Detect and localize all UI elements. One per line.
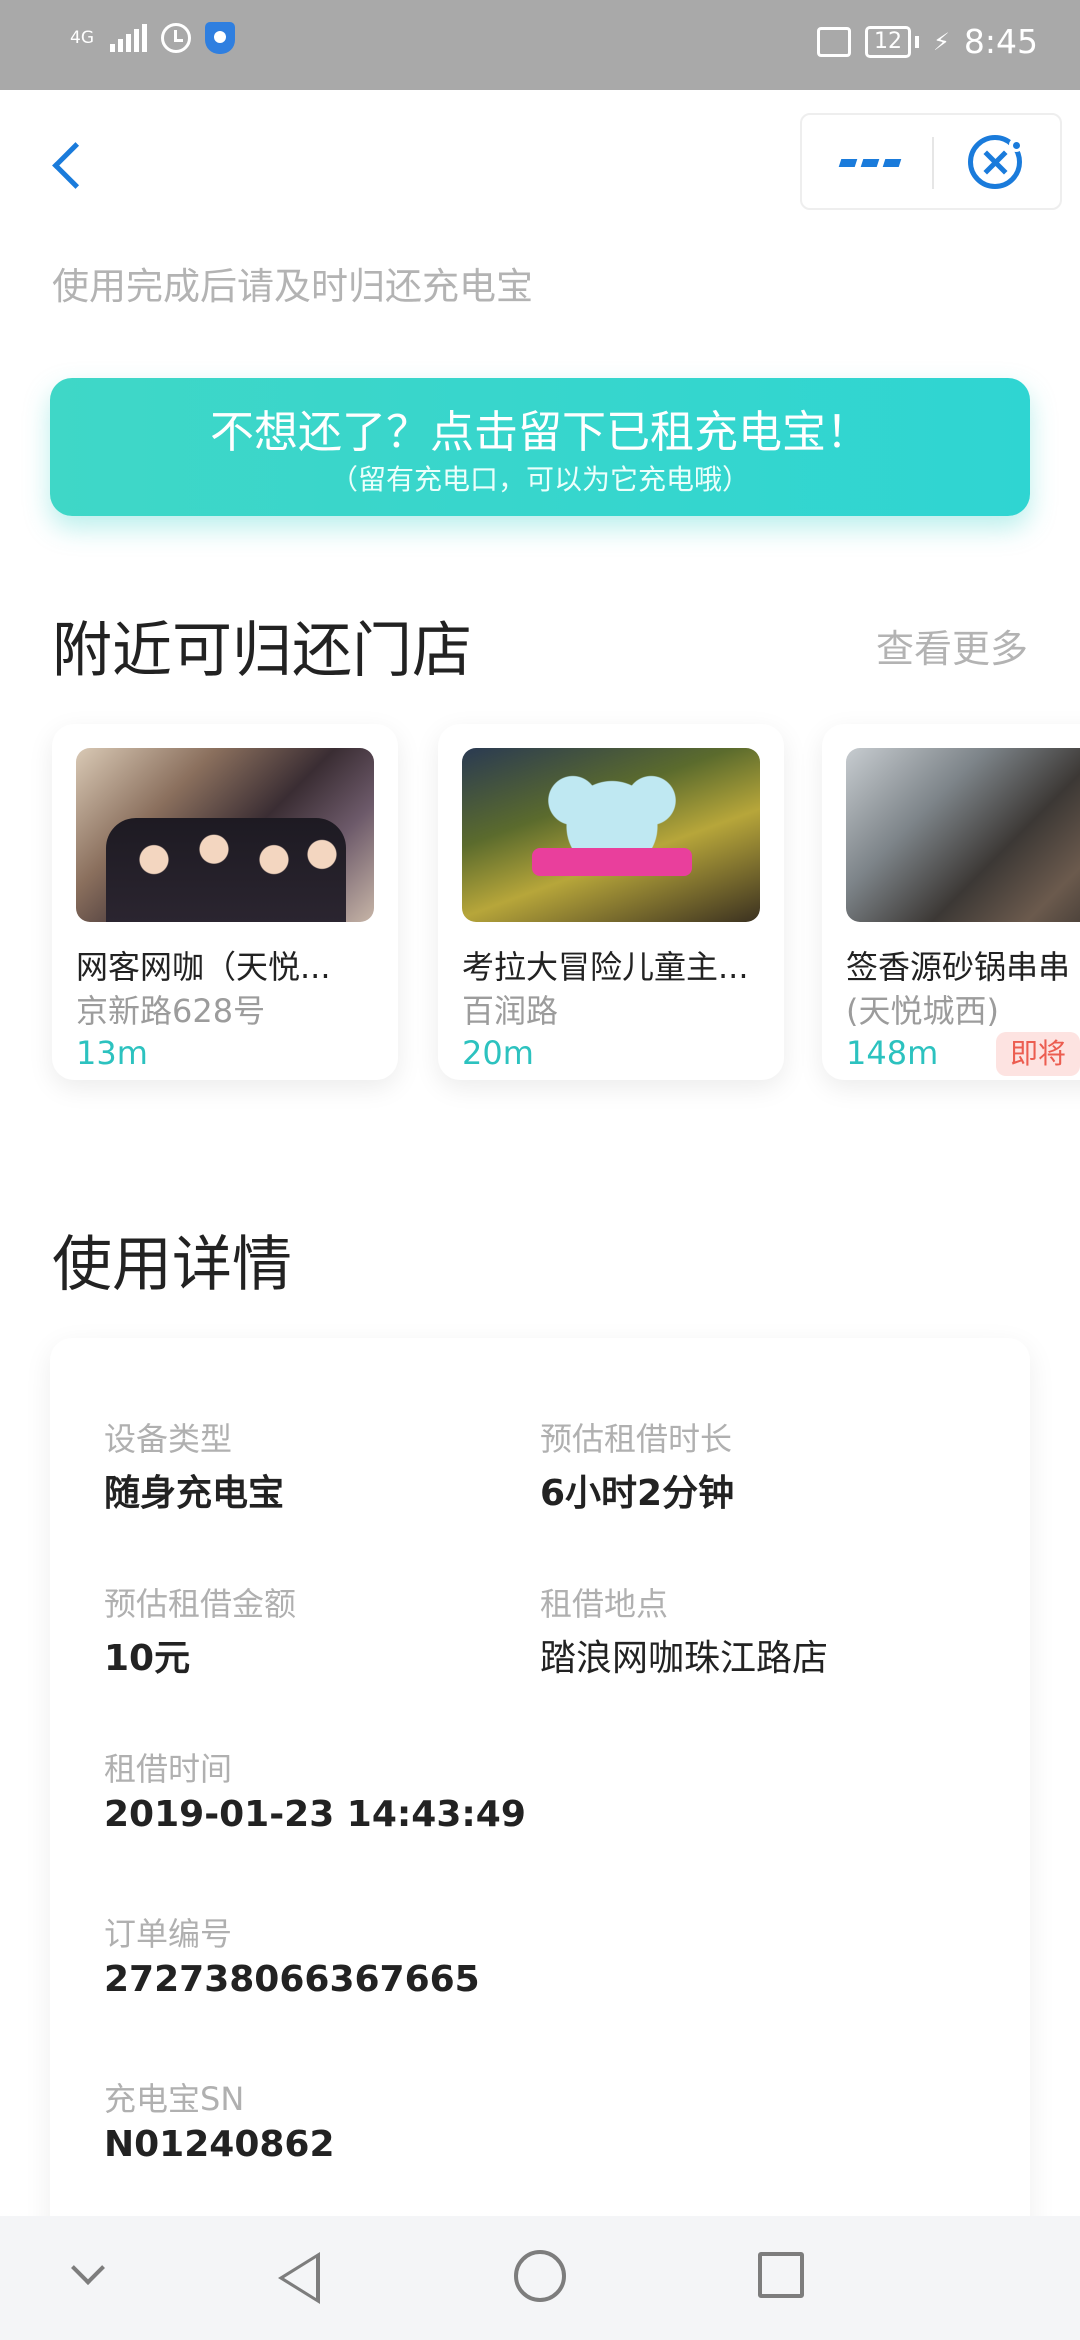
store-address: 百润路 bbox=[462, 992, 559, 1030]
status-bar: 4G 12 ⚡ 8:45 bbox=[0, 0, 1080, 90]
view-more-link[interactable]: 查看更多 bbox=[876, 618, 1028, 673]
return-hint: 使用完成后请及时归还充电宝 bbox=[52, 265, 533, 308]
rental-time-value: 2019-01-23 14:43:49 bbox=[104, 1794, 526, 1835]
rental-fee-value: 10元 bbox=[104, 1638, 191, 1679]
rental-duration-value: 6小时2分钟 bbox=[540, 1473, 735, 1514]
capsule-divider bbox=[932, 137, 934, 189]
status-time: 8:45 bbox=[963, 22, 1038, 61]
battery-level: 12 bbox=[865, 25, 912, 58]
store-distance: 20m bbox=[462, 1034, 534, 1072]
charging-icon: ⚡ bbox=[933, 27, 950, 56]
back-arrow-icon[interactable] bbox=[45, 135, 95, 195]
status-right: 12 ⚡ 8:45 bbox=[817, 22, 1038, 61]
shield-icon bbox=[205, 22, 235, 54]
device-type-label: 设备类型 bbox=[104, 1420, 233, 1458]
signal-icon bbox=[110, 24, 147, 52]
store-distance: 13m bbox=[76, 1034, 148, 1072]
status-badge: 即将 bbox=[996, 1032, 1080, 1076]
usage-details-card: 设备类型 随身充电宝 预估租借时长 6小时2分钟 预估租借金额 10元 租借地点… bbox=[50, 1338, 1030, 2216]
store-card[interactable]: 考拉大冒险儿童主... 百润路 20m bbox=[438, 724, 784, 1080]
rental-duration-label: 预估租借时长 bbox=[540, 1420, 733, 1458]
keep-banner-subtitle: （留有充电口，可以为它充电哦） bbox=[329, 463, 750, 496]
rental-time-label: 租借时间 bbox=[104, 1750, 233, 1788]
system-nav-bar bbox=[0, 2216, 1080, 2340]
keep-power-bank-button[interactable]: 不想还了？点击留下已租充电宝！ （留有充电口，可以为它充电哦） bbox=[50, 378, 1030, 516]
battery-tip bbox=[915, 35, 920, 48]
store-photo bbox=[76, 748, 374, 922]
store-card[interactable]: 签香源砂锅串串 (天悦城西) 148m 即将 bbox=[822, 724, 1080, 1080]
alarm-icon bbox=[161, 23, 191, 53]
nav-recents-icon[interactable] bbox=[758, 2252, 804, 2298]
network-type: 4G bbox=[70, 27, 94, 48]
store-distance: 148m bbox=[846, 1034, 939, 1072]
store-address: 京新路628号 bbox=[76, 992, 266, 1030]
store-photo bbox=[462, 748, 760, 922]
page-content: 使用完成后请及时归还充电宝 不想还了？点击留下已租充电宝！ （留有充电口，可以为… bbox=[0, 90, 1080, 2216]
nav-home-icon[interactable] bbox=[514, 2250, 566, 2302]
rental-location-value: 踏浪网咖珠江路店 bbox=[540, 1638, 829, 1679]
mini-program-capsule bbox=[800, 113, 1062, 210]
usage-details-title: 使用详情 bbox=[52, 1230, 292, 1300]
close-mini-program-icon[interactable] bbox=[968, 135, 1023, 189]
more-dots-icon[interactable] bbox=[802, 115, 932, 208]
store-name: 考拉大冒险儿童主... bbox=[462, 948, 749, 986]
status-left: 4G bbox=[70, 22, 235, 54]
nearby-stores-title: 附近可归还门店 bbox=[52, 616, 472, 686]
store-address: (天悦城西) bbox=[846, 992, 999, 1030]
store-card[interactable]: 网客网咖（天悦... 京新路628号 13m bbox=[52, 724, 398, 1080]
order-number-label: 订单编号 bbox=[104, 1915, 233, 1953]
rental-location-label: 租借地点 bbox=[540, 1585, 669, 1623]
store-name: 网客网咖（天悦... bbox=[76, 948, 331, 986]
nav-back-icon[interactable] bbox=[278, 2252, 320, 2304]
store-photo bbox=[846, 748, 1080, 922]
order-number-value: 272738066367665 bbox=[104, 1959, 480, 2000]
keep-banner-title: 不想还了？点击留下已租充电宝！ bbox=[210, 407, 870, 458]
collapse-icon[interactable] bbox=[71, 2251, 105, 2285]
device-type-value: 随身充电宝 bbox=[104, 1473, 285, 1514]
store-name: 签香源砂锅串串 bbox=[846, 948, 1071, 986]
power-bank-sn-label: 充电宝SN bbox=[104, 2080, 245, 2118]
rental-fee-label: 预估租借金额 bbox=[104, 1585, 297, 1623]
power-bank-sn-value: N01240862 bbox=[104, 2124, 335, 2165]
battery-icon: 12 bbox=[865, 25, 920, 58]
vibrate-icon bbox=[817, 26, 852, 57]
